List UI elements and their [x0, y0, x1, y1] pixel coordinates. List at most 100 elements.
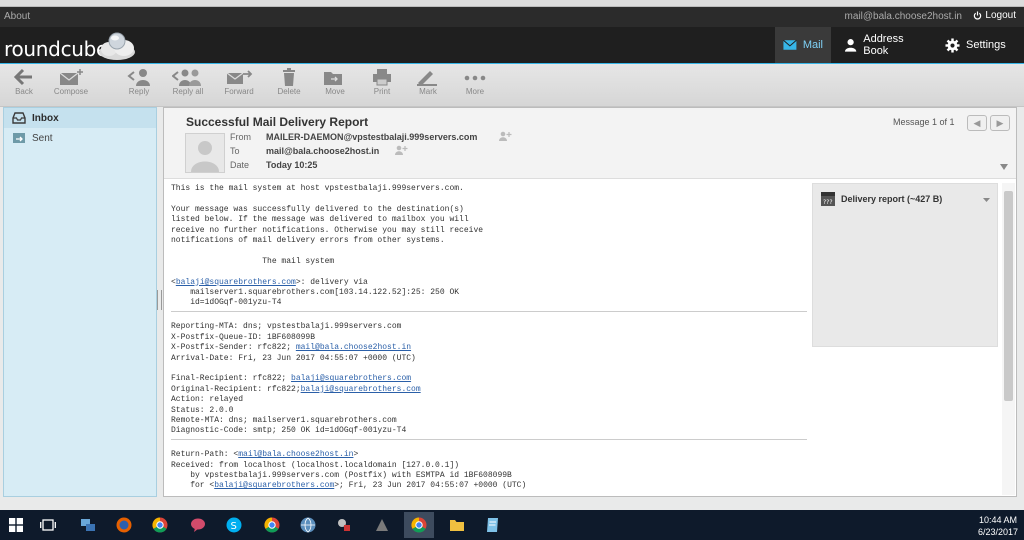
- compose-label: Compose: [53, 87, 89, 96]
- print-button[interactable]: Print: [358, 68, 406, 96]
- reply-all-label: Reply all: [172, 87, 204, 96]
- body-divider: [171, 438, 807, 440]
- top-bar: About mail@bala.choose2host.in Logout: [0, 7, 1024, 27]
- taskbar-app-browser[interactable]: [298, 516, 318, 534]
- add-contact-icon[interactable]: [395, 145, 408, 155]
- sender-link[interactable]: mail@bala.choose2host.in: [296, 343, 411, 352]
- chevron-down-icon[interactable]: [983, 198, 990, 202]
- nav-mail-label: Mail: [802, 39, 823, 51]
- logout-button[interactable]: Logout: [973, 10, 1016, 21]
- nav-mail[interactable]: Mail: [775, 27, 831, 63]
- chevron-left-icon: ◀: [973, 118, 981, 128]
- mark-label: Mark: [419, 87, 437, 96]
- more-label: More: [465, 87, 485, 96]
- from-value[interactable]: MAILER-DAEMON@vpstestbalaji.999servers.c…: [266, 132, 477, 142]
- to-label: To: [230, 146, 240, 156]
- folder-inbox-label: Inbox: [32, 112, 59, 124]
- taskbar-app-generic[interactable]: [372, 516, 392, 534]
- nav-address-book-label: Address Book: [863, 33, 904, 57]
- taskbar-app-notes[interactable]: [483, 516, 503, 534]
- message-toolbar: Back Compose Reply Reply all Forward Del…: [0, 64, 1024, 107]
- trash-icon: [283, 68, 295, 86]
- taskbar-app-firefox[interactable]: [114, 516, 134, 534]
- move-label: Move: [325, 87, 345, 96]
- clock-time: 10:44 AM: [978, 515, 1017, 525]
- taskbar-app-network[interactable]: [78, 516, 98, 534]
- svg-text:???: ???: [823, 199, 833, 206]
- pane-splitter[interactable]: [157, 290, 162, 310]
- folder-list: Inbox Sent: [3, 107, 157, 497]
- final-recipient-link[interactable]: balaji@squarebrothers.com: [291, 374, 411, 383]
- user-email: mail@bala.choose2host.in: [844, 11, 962, 22]
- attachment-name[interactable]: Delivery report (~427 B): [841, 194, 942, 204]
- taskbar-app-chat[interactable]: [188, 516, 208, 534]
- return-path-link[interactable]: mail@bala.choose2host.in: [238, 450, 353, 459]
- printer-icon: [373, 69, 391, 86]
- task-view-button[interactable]: [38, 516, 58, 534]
- report-file-icon[interactable]: ???: [821, 192, 835, 206]
- chrome-icon: [264, 517, 280, 533]
- more-dots-icon: [464, 75, 486, 81]
- about-link[interactable]: About: [4, 11, 30, 22]
- expand-header-icon[interactable]: [1000, 164, 1008, 170]
- windows-logo-icon: [9, 518, 23, 532]
- folder-inbox[interactable]: Inbox: [4, 108, 156, 128]
- delete-label: Delete: [277, 87, 301, 96]
- browser-globe-icon: [300, 517, 316, 533]
- body-divider: [171, 310, 807, 312]
- message-scrollbar[interactable]: [1002, 183, 1015, 495]
- taskbar-app-tools[interactable]: [334, 516, 354, 534]
- reply-all-button[interactable]: Reply all: [164, 68, 212, 96]
- prev-message-button[interactable]: ◀: [967, 115, 987, 131]
- reply-label: Reply: [128, 87, 150, 96]
- taskbar-app-explorer[interactable]: [447, 516, 467, 534]
- message-frame: Successful Mail Delivery Report From MAI…: [163, 107, 1017, 497]
- original-recipient-link[interactable]: balaji@squarebrothers.com: [301, 385, 421, 394]
- nav-settings[interactable]: Settings: [937, 27, 1017, 63]
- scrollbar-thumb[interactable]: [1004, 191, 1013, 401]
- message-body: This is the mail system at host vpstestb…: [171, 184, 811, 492]
- nav-address-book[interactable]: Address Book: [836, 27, 936, 63]
- envelope-icon: [783, 39, 797, 50]
- return-path: Return-Path: <: [171, 450, 239, 460]
- body-paragraph: Your message was successfully delivered …: [171, 204, 484, 246]
- original-recipient: Original-Recipient: rfc822;: [171, 384, 301, 394]
- add-contact-icon[interactable]: [499, 131, 512, 141]
- move-button[interactable]: Move: [311, 68, 359, 96]
- date-label: Date: [230, 160, 250, 170]
- back-arrow-icon: [14, 68, 32, 86]
- roundcube-logo-icon: [99, 32, 135, 60]
- for-recipient-link[interactable]: balaji@squarebrothers.com: [214, 481, 334, 490]
- folder-sent[interactable]: Sent: [4, 128, 156, 148]
- app-icon: [376, 519, 388, 531]
- skype-icon: S: [226, 517, 242, 533]
- mark-button[interactable]: Mark: [404, 68, 452, 96]
- reply-button[interactable]: Reply: [115, 68, 163, 96]
- taskbar-app-skype[interactable]: S: [224, 516, 244, 534]
- from-label: From: [230, 132, 251, 142]
- forward-button[interactable]: Forward: [215, 68, 263, 96]
- app-logo: roundcube: [4, 37, 109, 61]
- more-button[interactable]: More: [451, 68, 499, 96]
- sender-avatar: [185, 133, 225, 173]
- delete-button[interactable]: Delete: [265, 68, 313, 96]
- task-view-icon: [40, 519, 56, 531]
- gear-icon: [945, 37, 960, 53]
- taskbar-app-chrome-2[interactable]: [262, 516, 282, 534]
- tools-icon: [338, 519, 350, 531]
- svg-text:S: S: [231, 521, 237, 532]
- start-button[interactable]: [6, 516, 26, 534]
- chrome-icon: [152, 517, 168, 533]
- taskbar-app-chrome-active[interactable]: [404, 512, 434, 538]
- taskbar-app-chrome[interactable]: [150, 516, 170, 534]
- browser-chrome-strip: [0, 0, 1024, 7]
- to-value[interactable]: mail@bala.choose2host.in: [266, 146, 379, 156]
- compose-button[interactable]: Compose: [47, 68, 95, 96]
- chrome-icon: [411, 517, 427, 533]
- avatar-silhouette-icon: [191, 141, 219, 172]
- reply-person-icon: [127, 69, 150, 86]
- system-clock[interactable]: 10:44 AM 6/23/2017: [978, 514, 1018, 538]
- next-message-button[interactable]: ▶: [990, 115, 1010, 131]
- recipient-link[interactable]: balaji@squarebrothers.com: [176, 278, 296, 287]
- back-button[interactable]: Back: [0, 68, 48, 96]
